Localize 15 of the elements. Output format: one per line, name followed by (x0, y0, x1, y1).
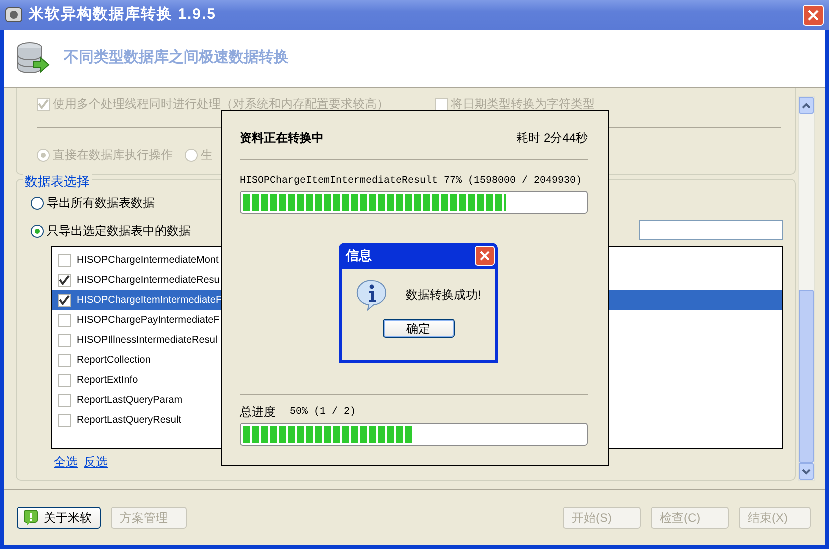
header-subtitle: 不同类型数据库之间极速数据转换 (64, 48, 289, 68)
message-text: 数据转换成功! (406, 287, 482, 304)
radio-label: 只导出选定数据表中的数据 (47, 223, 191, 240)
current-table-text: HISOPChargeItemIntermediateResult 77% (1598000 / 2049930) (240, 174, 584, 189)
checkbox-label: 使用多个处理线程同时进行处理（对系统和内存配置要求较高） (53, 96, 389, 113)
message-title: 信息 (346, 247, 372, 266)
total-count-text: 50% (1 / 2) (290, 406, 356, 420)
checkbox-label: 将日期类型转换为字符类型 (451, 96, 595, 113)
total-label: 总进度 (240, 404, 276, 421)
elapsed-time: 耗时 2分44秒 (516, 130, 588, 147)
radio-label: 导出所有数据表数据 (47, 195, 155, 212)
dialog-title: 资料正在转换中 (240, 130, 324, 147)
radio-label: 生 (201, 147, 213, 164)
window-title: 米软异构数据库转换 1.9.5 (29, 4, 217, 25)
radio-label: 直接在数据库执行操作 (53, 147, 173, 164)
